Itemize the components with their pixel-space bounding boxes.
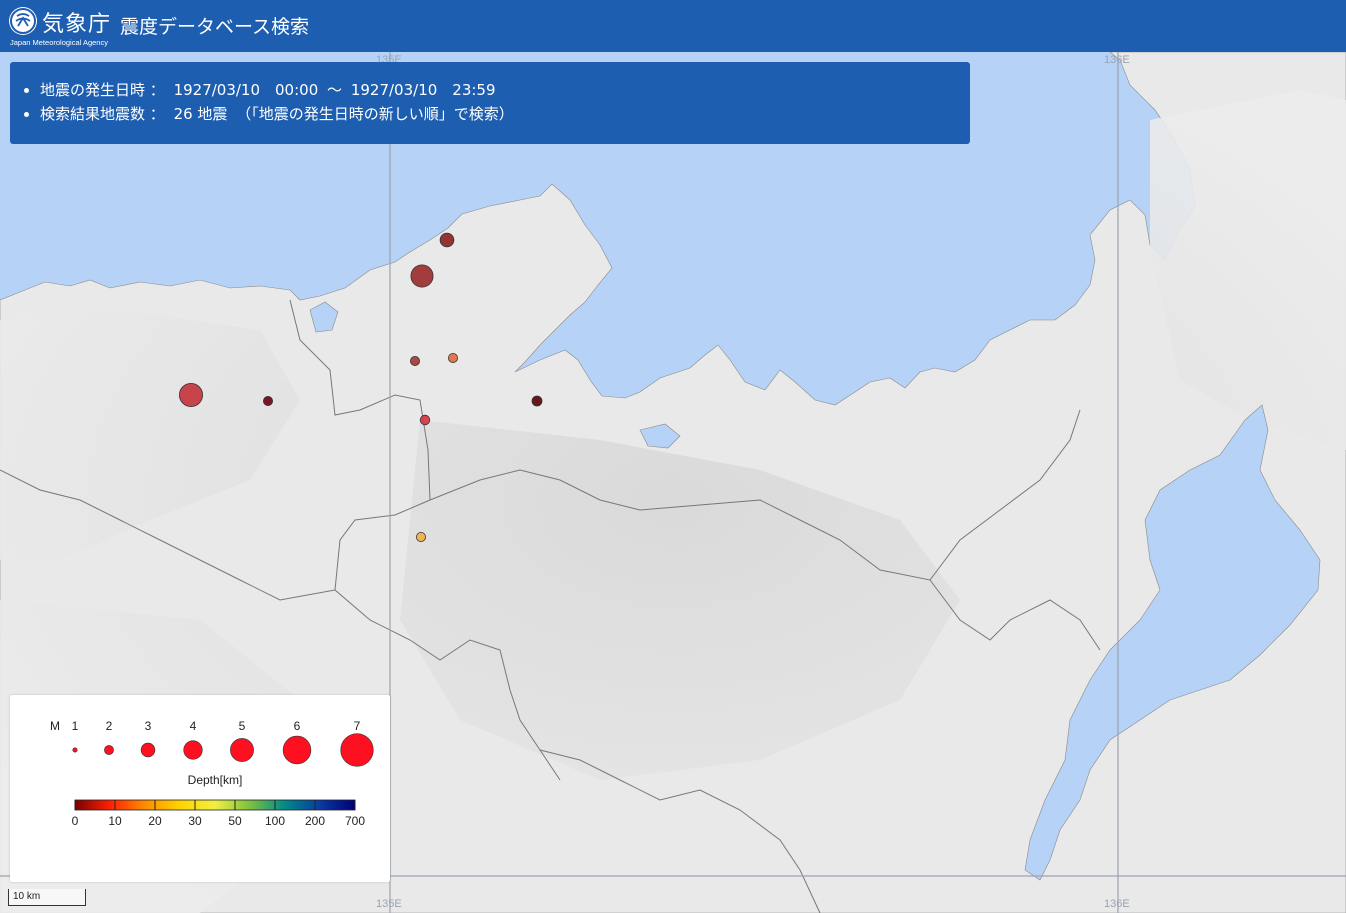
depth-tick-label: 200 — [305, 814, 325, 828]
magnitude-scale: 1 2 3 4 5 6 7 — [72, 719, 374, 767]
depth-tick-label: 0 — [72, 814, 79, 828]
count-label: 検索結果地震数 ： — [40, 105, 165, 123]
earthquake-marker[interactable] — [262, 395, 273, 406]
map-legend: M 1 2 3 4 5 6 7 Depth[km] 0 10 20 30 50 100 200 700 — [10, 695, 390, 882]
count-value: 26 地震 — [173, 105, 228, 123]
earthquake-marker[interactable] — [447, 352, 458, 363]
magnitude-legend-circle — [282, 735, 312, 765]
depth-tick-label: 50 — [228, 814, 242, 828]
grid-label-135e-bottom: 135E — [376, 898, 402, 910]
search-date-range: 地震の発生日時 ： 1927/03/10 00:00 ～ 1927/03/10 … — [40, 78, 970, 102]
earthquake-marker[interactable] — [439, 232, 455, 248]
agency-name-en: Japan Meteorological Agency — [10, 38, 108, 47]
earthquake-marker[interactable] — [410, 264, 434, 288]
earthquake-marker[interactable] — [419, 414, 431, 426]
magnitude-legend-circle — [230, 738, 254, 762]
magnitude-legend-circle — [104, 745, 114, 755]
depth-tick-label: 30 — [188, 814, 202, 828]
app-header: 気象庁 Japan Meteorological Agency 震度データベース… — [0, 0, 1346, 52]
date-label: 地震の発生日時 ： — [40, 81, 165, 99]
magnitude-tick-label: 4 — [190, 719, 197, 733]
magnitude-legend-circle — [72, 747, 78, 753]
magnitude-legend-circle — [140, 742, 156, 758]
earthquake-marker[interactable] — [409, 355, 420, 366]
depth-tick-label: 700 — [345, 814, 365, 828]
search-info-panel: 地震の発生日時 ： 1927/03/10 00:00 ～ 1927/03/10 … — [10, 62, 970, 144]
depth-title: Depth[km] — [188, 773, 243, 787]
depth-tick-label: 20 — [148, 814, 162, 828]
earthquake-marker[interactable] — [531, 395, 543, 407]
jma-logo-icon[interactable] — [9, 7, 37, 35]
order-note: （「地震の発生日時の新しい順」で検索） — [236, 105, 514, 123]
magnitude-tick-label: 1 — [72, 719, 79, 733]
scale-bar: 10 km — [8, 889, 86, 906]
depth-tick-label: 10 — [108, 814, 122, 828]
magnitude-tick-label: 3 — [145, 719, 152, 733]
date-tilde: ～ — [327, 81, 343, 99]
magnitude-legend-circle — [340, 733, 374, 767]
depth-tick-label: 100 — [265, 814, 285, 828]
app-title: 震度データベース検索 — [120, 16, 310, 38]
magnitude-legend-circle — [183, 740, 203, 760]
magnitude-tick-label: 7 — [354, 719, 361, 733]
search-result-count: 検索結果地震数 ： 26 地震 （「地震の発生日時の新しい順」で検索） — [40, 102, 970, 126]
grid-label-136e-bottom: 136E — [1104, 898, 1130, 910]
earthquake-marker[interactable] — [178, 382, 203, 407]
magnitude-tick-label: 2 — [106, 719, 113, 733]
agency-name[interactable]: 気象庁 — [42, 6, 111, 38]
magnitude-label: M — [50, 719, 60, 733]
earthquake-marker[interactable] — [415, 532, 426, 543]
depth-color-bar — [74, 799, 356, 811]
legend-graphic: M 1 2 3 4 5 6 7 Depth[km] 0 10 20 30 50 100 200 700 — [50, 719, 374, 828]
date-end: 1927/03/10 23:59 — [350, 81, 496, 99]
grid-label-136e-top: 136E — [1104, 54, 1130, 66]
date-start: 1927/03/10 00:00 — [173, 81, 319, 99]
scale-bar-label: 10 km — [13, 891, 41, 902]
magnitude-tick-label: 6 — [294, 719, 301, 733]
depth-color-scale: 0 10 20 30 50 100 200 700 — [72, 799, 365, 828]
magnitude-tick-label: 5 — [239, 719, 246, 733]
